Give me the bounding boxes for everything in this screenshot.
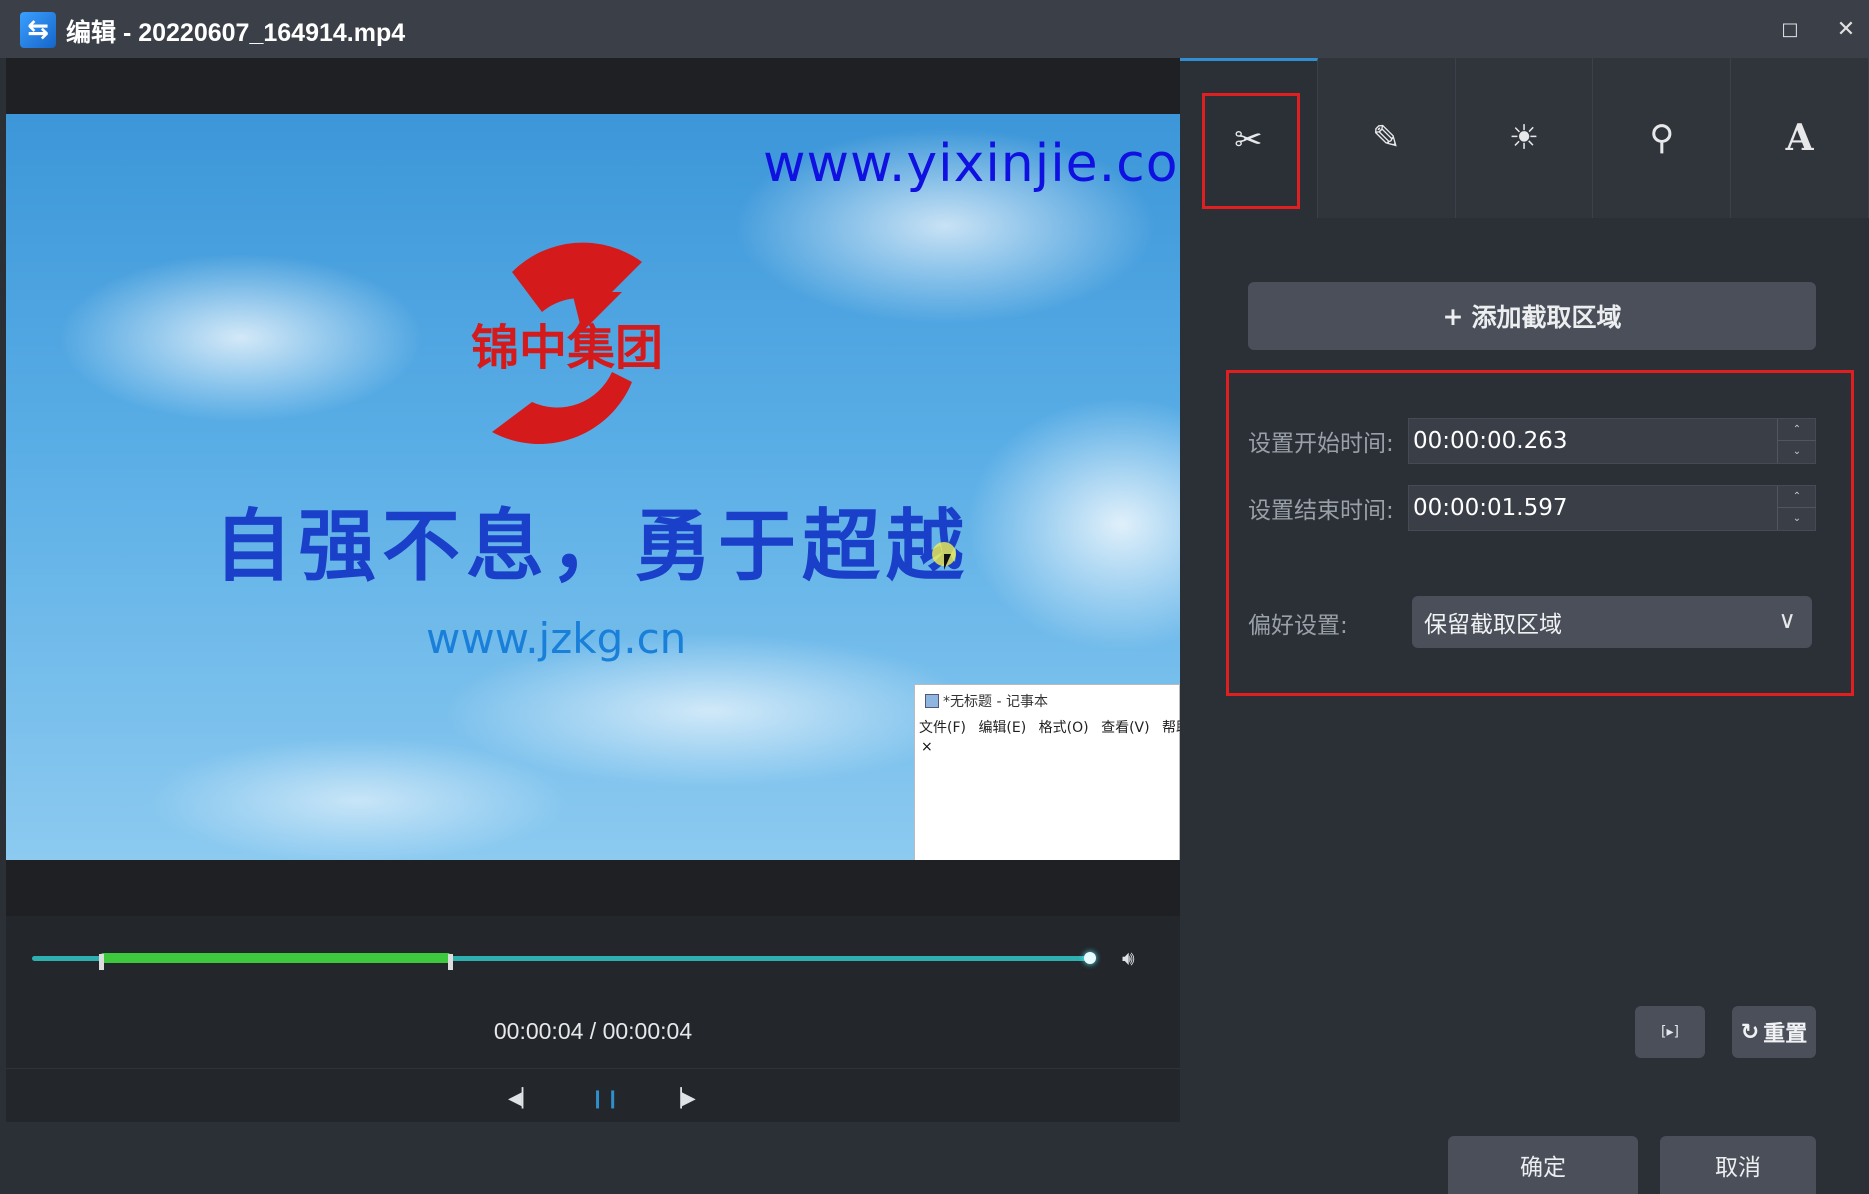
text-icon: A <box>1785 117 1814 159</box>
step-forward-icon[interactable]: ▕▶ <box>668 1088 696 1109</box>
selection-start-handle[interactable] <box>98 954 104 970</box>
video-preview-area: www.yixinjie.com 锦中集团 自强不息，勇于超越 www.jzkg… <box>6 58 1180 1122</box>
dialog-footer: 确定 取消 <box>0 1122 1869 1194</box>
tab-watermark[interactable]: ⚲ <box>1593 58 1732 218</box>
notepad-menu: 文件(F) 编辑(E) 格式(O) 查看(V) 帮助(H <box>919 717 1180 737</box>
cancel-button[interactable]: 取消 <box>1660 1136 1816 1194</box>
notepad-menu-item: 帮助(H <box>1162 720 1180 736</box>
highlight-box <box>1202 93 1300 209</box>
preview-icon: [▸] <box>1661 1024 1679 1040</box>
title-bar: ⇆ 编辑 - 20220607_164914.mp4 □ ✕ <box>0 0 1869 58</box>
stamp-icon: ⚲ <box>1649 118 1675 158</box>
add-region-button[interactable]: + 添加截取区域 <box>1248 282 1816 350</box>
end-time-spinner[interactable]: ⌃ ⌄ <box>1777 486 1816 530</box>
step-back-icon[interactable]: ◀▏ <box>508 1088 536 1109</box>
time-display: 00:00:04 / 00:00:04 <box>493 1018 693 1044</box>
edit-panel: ✂ ✎ ☀ ⚲ A + 添加截取区域 设置开始时间: 00:00:00.263 <box>1180 58 1869 1122</box>
start-time-value: 00:00:00.263 <box>1413 428 1568 454</box>
edit-window: ⇆ 编辑 - 20220607_164914.mp4 □ ✕ www.yixin… <box>0 0 1869 1194</box>
letterbox-top <box>6 58 1180 114</box>
letterbox-bottom <box>6 860 1180 916</box>
spinner-up-icon[interactable]: ⌃ <box>1778 486 1816 508</box>
volume-icon[interactable]: 🔊︎ <box>1122 946 1135 970</box>
start-time-label: 设置开始时间: <box>1248 431 1394 457</box>
start-time-input[interactable]: 00:00:00.263 ⌃ ⌄ <box>1408 418 1816 464</box>
notepad-content: × <box>921 739 933 755</box>
refresh-icon: ↻ <box>1740 1019 1760 1045</box>
tab-effects[interactable]: ✎ <box>1318 58 1456 218</box>
preference-value: 保留截取区域 <box>1424 612 1562 638</box>
spinner-down-icon[interactable]: ⌄ <box>1778 508 1816 530</box>
video-site-url: www.jzkg.cn <box>426 614 687 663</box>
ok-button[interactable]: 确定 <box>1448 1136 1638 1194</box>
selection-end-handle[interactable] <box>447 954 453 970</box>
tab-adjust[interactable]: ☀ <box>1456 58 1594 218</box>
notepad-menu-item: 文件(F) <box>919 720 966 736</box>
mouse-pointer-icon <box>944 554 951 570</box>
end-time-label: 设置结束时间: <box>1248 498 1394 524</box>
start-time-spinner[interactable]: ⌃ ⌄ <box>1777 419 1816 463</box>
reset-button[interactable]: ↻ 重置 <box>1732 1006 1816 1058</box>
notepad-menu-item: 格式(O) <box>1038 720 1089 736</box>
tab-text[interactable]: A <box>1731 58 1869 218</box>
tool-tabs: ✂ ✎ ☀ ⚲ A <box>1180 58 1869 218</box>
spinner-down-icon[interactable]: ⌄ <box>1778 441 1816 463</box>
brightness-icon: ☀ <box>1508 118 1540 158</box>
chevron-down-icon: ∨ <box>1778 606 1796 634</box>
plus-icon: + <box>1442 301 1464 331</box>
close-icon[interactable]: ✕ <box>1830 14 1862 46</box>
video-frame[interactable]: www.yixinjie.com 锦中集团 自强不息，勇于超越 www.jzkg… <box>6 114 1180 860</box>
preference-label: 偏好设置: <box>1248 613 1348 639</box>
preference-select[interactable]: 保留截取区域 ∨ <box>1412 596 1812 648</box>
preview-button[interactable]: [▸] <box>1635 1006 1705 1058</box>
end-time-value: 00:00:01.597 <box>1413 495 1568 521</box>
video-watermark: www.yixinjie.com <box>763 134 1180 194</box>
reset-label: 重置 <box>1763 1022 1808 1047</box>
notepad-window: *无标题 - 记事本 文件(F) 编辑(E) 格式(O) 查看(V) 帮助(H … <box>914 684 1180 860</box>
maximize-icon[interactable]: □ <box>1774 14 1806 46</box>
spinner-up-icon[interactable]: ⌃ <box>1778 419 1816 441</box>
video-slogan: 自强不息，勇于超越 <box>214 502 971 592</box>
end-time-input[interactable]: 00:00:01.597 ⌃ ⌄ <box>1408 485 1816 531</box>
timeline-selection[interactable] <box>100 953 450 963</box>
pause-icon[interactable]: ❙❙ <box>590 1088 620 1109</box>
window-title: 编辑 - 20220607_164914.mp4 <box>66 19 406 47</box>
notepad-menu-item: 查看(V) <box>1101 720 1150 736</box>
notepad-icon <box>925 694 939 708</box>
add-region-label: 添加截取区域 <box>1471 303 1622 332</box>
app-logo-icon: ⇆ <box>20 12 56 48</box>
tab-cut[interactable]: ✂ <box>1180 58 1318 218</box>
magic-wand-icon: ✎ <box>1371 118 1401 158</box>
notepad-menu-item: 编辑(E) <box>978 720 1027 736</box>
notepad-title: *无标题 - 记事本 <box>943 694 1048 710</box>
company-logo: 锦中集团 <box>471 242 663 445</box>
logo-text: 锦中集团 <box>471 320 663 376</box>
playhead[interactable] <box>1084 952 1096 964</box>
divider <box>6 1068 1180 1069</box>
player-controls: 🔊︎ 00:00:04 / 00:00:04 ◀▏ ❙❙ ▕▶ <box>6 916 1180 1122</box>
